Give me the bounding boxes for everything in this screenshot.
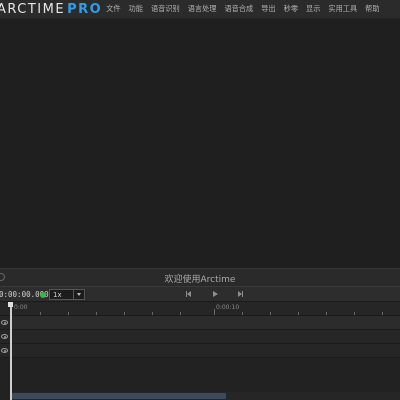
playhead-handle[interactable]	[8, 302, 13, 307]
scrollbar-thumb[interactable]	[12, 393, 226, 399]
play-button[interactable]	[211, 290, 221, 299]
playback-speed-value: 1x	[53, 290, 62, 299]
track-header-3	[0, 344, 10, 358]
ruler-tick	[152, 312, 153, 315]
menu-item-7[interactable]: 秒零	[284, 4, 298, 14]
ruler-tick	[382, 312, 383, 315]
track-header-1	[0, 316, 10, 330]
skip-back-button[interactable]	[185, 290, 195, 299]
ruler-tick	[298, 312, 299, 315]
menu-item-view[interactable]: 显示	[306, 4, 320, 14]
track-lane-2[interactable]	[12, 330, 400, 344]
ruler-label-start: 0:00	[14, 304, 28, 311]
panel-title: 欢迎使用Arctime	[164, 275, 236, 285]
track-header-2	[0, 330, 10, 344]
timeline-scrollbar[interactable]	[12, 392, 400, 400]
menu-item-speech-synthesis[interactable]: 语音合成	[224, 4, 253, 14]
eye-icon[interactable]	[1, 348, 8, 353]
video-preview[interactable]	[0, 19, 400, 268]
timeline-ruler[interactable]: 0:00 0:00:10	[0, 302, 400, 316]
track-lane-3[interactable]	[12, 344, 400, 358]
playback-speed-select[interactable]: 1x	[49, 289, 85, 300]
main-menu: 文件 功能 语音识别 语言处理 语音合成 导出 秒零 显示 实用工具 帮助	[106, 4, 387, 14]
ruler-tick	[326, 312, 327, 315]
menu-item-speech-recognition[interactable]: 语音识别	[151, 4, 180, 14]
playhead[interactable]	[10, 302, 12, 400]
chevron-down-icon[interactable]	[73, 290, 84, 299]
timeline-tracks[interactable]	[0, 316, 400, 400]
ruler-tick	[40, 312, 41, 315]
panel-titlebar: 欢迎使用Arctime	[0, 268, 400, 286]
ruler-label-10s: 0:00:10	[216, 304, 240, 311]
menu-item-file[interactable]: 文件	[106, 4, 120, 14]
menu-bar: ARCTIME PRO 文件 功能 语音识别 语言处理 语音合成 导出 秒零 显…	[0, 0, 400, 19]
ruler-tick	[270, 312, 271, 315]
eye-icon[interactable]	[1, 320, 8, 325]
ruler-tick	[96, 312, 97, 315]
ruler-tick	[124, 312, 125, 315]
app-logo: ARCTIME PRO	[0, 2, 102, 17]
menu-item-tools[interactable]: 实用工具	[328, 4, 357, 14]
ruler-tick	[180, 312, 181, 315]
track-lane-1[interactable]	[12, 316, 400, 330]
brand-edition: PRO	[67, 1, 103, 17]
menu-item-help[interactable]: 帮助	[365, 4, 379, 14]
brand-name: ARCTIME	[0, 1, 66, 17]
ruler-tick	[214, 309, 215, 315]
transport-bar: 0:00:00.000 1x	[0, 286, 400, 302]
ruler-tick	[242, 312, 243, 315]
status-indicator-icon	[40, 292, 46, 298]
menu-item-function[interactable]: 功能	[129, 4, 143, 14]
eye-icon[interactable]	[1, 334, 8, 339]
menu-item-export[interactable]: 导出	[261, 4, 275, 14]
ruler-tick	[68, 312, 69, 315]
menu-item-language-processing[interactable]: 语言处理	[188, 4, 217, 14]
ruler-tick	[354, 312, 355, 315]
skip-forward-button[interactable]	[236, 290, 246, 299]
